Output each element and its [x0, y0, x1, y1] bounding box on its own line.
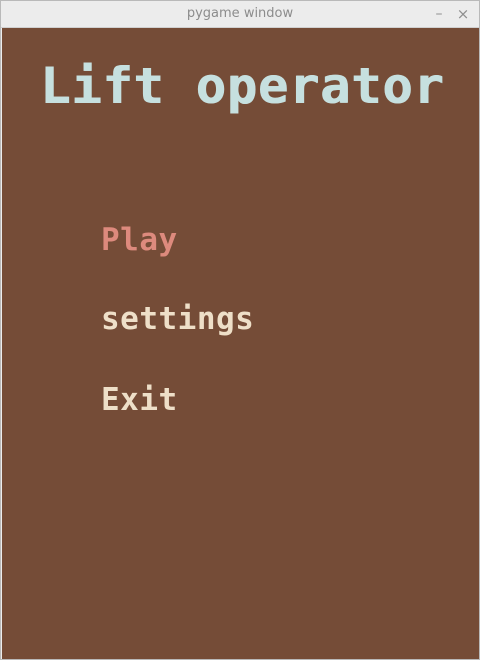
close-icon[interactable]: × — [453, 4, 473, 24]
pygame-window: pygame window – × Lift operator Play set… — [0, 0, 480, 660]
menu-item-settings[interactable]: settings — [101, 301, 254, 337]
window-title: pygame window — [186, 6, 294, 21]
menu-item-exit[interactable]: Exit — [101, 382, 178, 418]
game-title: Lift operator — [40, 57, 445, 115]
window-titlebar[interactable]: pygame window – × — [1, 1, 479, 28]
game-canvas: Lift operator Play settings Exit — [2, 28, 479, 659]
menu-item-play[interactable]: Play — [101, 222, 178, 258]
minimize-icon[interactable]: – — [429, 4, 449, 24]
